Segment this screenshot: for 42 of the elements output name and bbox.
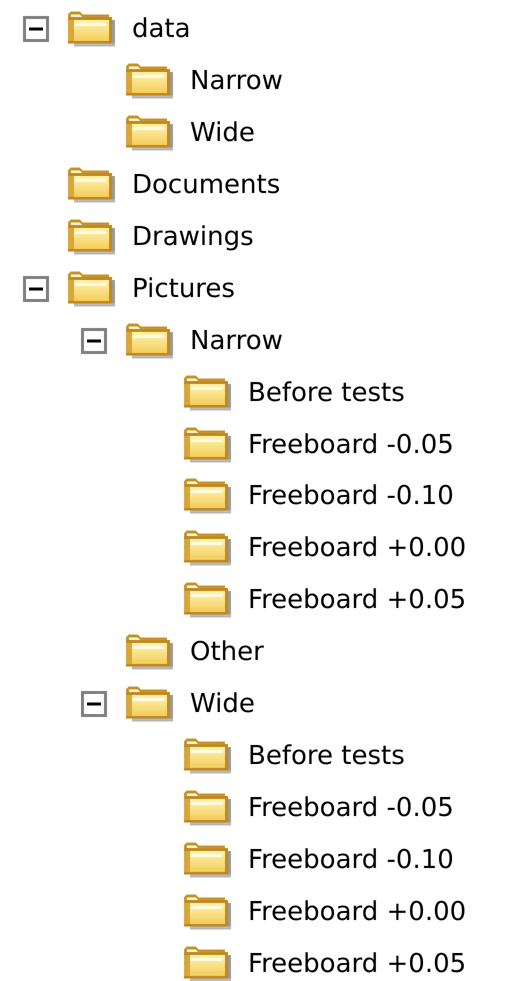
folder-icon [184, 426, 234, 462]
folder-icon [68, 11, 118, 47]
folder-icon [184, 842, 234, 878]
folder-label[interactable]: Freeboard +0.00 [248, 531, 466, 566]
folder-label[interactable]: Drawings [132, 220, 254, 254]
folder-label[interactable]: Wide [190, 687, 255, 722]
folder-label[interactable]: Narrow [190, 64, 283, 98]
collapse-icon[interactable] [23, 276, 49, 302]
collapse-icon[interactable] [81, 691, 107, 718]
folder-icon [184, 894, 234, 930]
collapse-icon[interactable] [81, 328, 107, 354]
folder-label[interactable]: Narrow [190, 324, 283, 358]
folder-label[interactable]: Freeboard -0.10 [248, 843, 454, 877]
folder-label[interactable]: Freeboard -0.05 [248, 791, 454, 826]
folder-label[interactable]: Freeboard -0.05 [248, 428, 454, 462]
folder-icon [126, 686, 176, 722]
folder-icon [184, 530, 234, 566]
folder-icon [126, 634, 176, 670]
folder-icon [184, 582, 234, 618]
folder-icon [184, 946, 234, 981]
folder-icon [184, 478, 234, 514]
folder-label[interactable]: Freeboard +0.00 [248, 894, 466, 929]
folder-icon [184, 738, 234, 774]
folder-label[interactable]: Freeboard -0.10 [248, 479, 454, 514]
folder-icon [68, 270, 118, 307]
folder-icon [184, 374, 234, 411]
folder-label[interactable]: Before tests [248, 376, 405, 410]
folder-icon [68, 218, 118, 255]
folder-icon [126, 114, 176, 151]
folder-label[interactable]: Freeboard +0.05 [248, 946, 466, 981]
folder-label[interactable]: Freeboard +0.05 [248, 583, 466, 618]
folder-icon [126, 322, 176, 359]
folder-icon [184, 790, 234, 826]
folder-label[interactable]: Before tests [248, 739, 405, 774]
folder-label[interactable]: data [132, 12, 191, 46]
folder-label[interactable]: Wide [190, 116, 255, 150]
folder-label[interactable]: Documents [132, 168, 280, 202]
folder-label[interactable]: Pictures [132, 272, 235, 306]
collapse-icon[interactable] [23, 16, 49, 42]
folder-icon [126, 62, 176, 99]
folder-label[interactable]: Other [190, 635, 264, 670]
folder-icon [68, 166, 118, 203]
